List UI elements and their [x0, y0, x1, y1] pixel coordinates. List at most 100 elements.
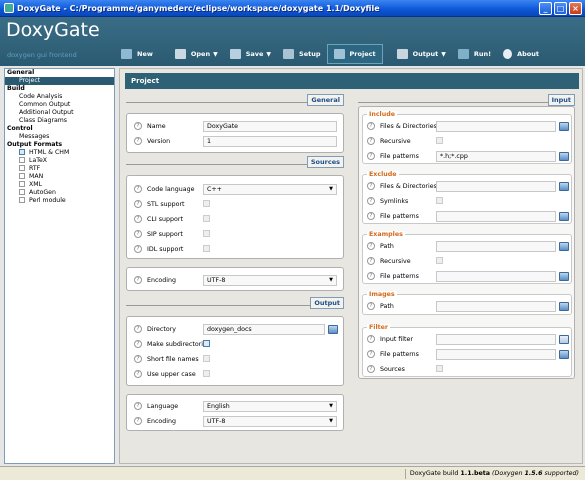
rtf-checkbox[interactable] [19, 165, 25, 171]
xml-checkbox[interactable] [19, 181, 25, 187]
run-button[interactable]: Run! [452, 44, 497, 64]
help-icon[interactable]: ? [367, 257, 375, 265]
tree-category-output-formats[interactable]: Output Formats [5, 141, 114, 149]
directory-field[interactable]: doxygen_docs [203, 324, 325, 335]
edit-patterns-icon[interactable] [559, 152, 569, 161]
sip-support-checkbox[interactable] [203, 230, 210, 237]
file-icon[interactable] [559, 335, 569, 344]
tree-item-perl-module[interactable]: Perl module [5, 197, 114, 205]
short-file-names-checkbox[interactable] [203, 355, 210, 362]
help-icon[interactable]: ? [367, 242, 375, 250]
help-icon[interactable]: ? [134, 402, 142, 410]
browse-folder-icon[interactable] [559, 302, 569, 311]
html-checkbox[interactable] [19, 149, 25, 155]
help-icon[interactable]: ? [134, 370, 142, 378]
edit-patterns-icon[interactable] [559, 212, 569, 221]
tree-category-general[interactable]: General [5, 69, 114, 77]
tree-category-build[interactable]: Build [5, 85, 114, 93]
cli-support-checkbox[interactable] [203, 215, 210, 222]
help-icon[interactable]: ? [134, 215, 142, 223]
browse-files-icon[interactable] [559, 182, 569, 191]
include-files-field[interactable] [436, 121, 556, 132]
filter-sources-checkbox[interactable] [436, 365, 443, 372]
output-encoding-select[interactable]: UTF-8 ▼ [203, 416, 337, 427]
edit-patterns-icon[interactable] [559, 350, 569, 359]
help-icon[interactable]: ? [367, 335, 375, 343]
help-icon[interactable]: ? [134, 245, 142, 253]
stl-support-checkbox[interactable] [203, 200, 210, 207]
idl-support-checkbox[interactable] [203, 245, 210, 252]
help-icon[interactable]: ? [134, 185, 142, 193]
help-icon[interactable]: ? [134, 137, 142, 145]
help-icon[interactable]: ? [367, 152, 375, 160]
examples-recursive-checkbox[interactable] [436, 257, 443, 264]
tree-item-code-analysis[interactable]: Code Analysis [5, 93, 114, 101]
maximize-button[interactable]: □ [554, 2, 567, 15]
tree-item-messages[interactable]: Messages [5, 133, 114, 141]
save-button[interactable]: Save ▼ [224, 44, 277, 64]
tree-item-project[interactable]: Project [5, 77, 114, 85]
help-icon[interactable]: ? [134, 355, 142, 363]
tree-item-xml[interactable]: XML [5, 181, 114, 189]
new-button[interactable]: New [115, 44, 159, 64]
help-icon[interactable]: ? [367, 137, 375, 145]
include-recursive-checkbox[interactable] [436, 137, 443, 144]
tree-item-common-output[interactable]: Common Output [5, 101, 114, 109]
close-button[interactable]: × [569, 2, 582, 15]
minimize-button[interactable]: _ [539, 2, 552, 15]
language-select[interactable]: English ▼ [203, 401, 337, 412]
name-field[interactable]: DoxyGate [203, 121, 337, 132]
symlinks-checkbox[interactable] [436, 197, 443, 204]
output-button[interactable]: Output ▼ [391, 44, 452, 64]
help-icon[interactable]: ? [134, 200, 142, 208]
setup-button[interactable]: Setup [277, 44, 326, 64]
help-icon[interactable]: ? [134, 417, 142, 425]
filter-patterns-field[interactable] [436, 349, 556, 360]
help-icon[interactable]: ? [367, 350, 375, 358]
help-icon[interactable]: ? [134, 276, 142, 284]
examples-patterns-field[interactable] [436, 271, 556, 282]
tree-item-rtf[interactable]: RTF [5, 165, 114, 173]
perl-module-checkbox[interactable] [19, 197, 25, 203]
browse-folder-icon[interactable] [328, 325, 338, 334]
autogen-checkbox[interactable] [19, 189, 25, 195]
source-encoding-select[interactable]: UTF-8 ▼ [203, 275, 337, 286]
make-subdirectories-row: ? Make subdirectories [134, 338, 210, 350]
edit-patterns-icon[interactable] [559, 272, 569, 281]
tree-item-class-diagrams[interactable]: Class Diagrams [5, 117, 114, 125]
browse-files-icon[interactable] [559, 122, 569, 131]
make-subdirectories-checkbox[interactable] [203, 340, 210, 347]
help-icon[interactable]: ? [367, 197, 375, 205]
version-field[interactable]: 1 [203, 136, 337, 147]
tree-item-html[interactable]: HTML & CHM [5, 149, 114, 157]
help-icon[interactable]: ? [134, 230, 142, 238]
images-path-field[interactable] [436, 301, 556, 312]
help-icon[interactable]: ? [367, 302, 375, 310]
exclude-patterns-field[interactable] [436, 211, 556, 222]
tree-item-latex[interactable]: LaTeX [5, 157, 114, 165]
help-icon[interactable]: ? [367, 182, 375, 190]
help-icon[interactable]: ? [367, 272, 375, 280]
help-icon[interactable]: ? [367, 365, 375, 373]
project-button[interactable]: Project [326, 44, 383, 64]
latex-checkbox[interactable] [19, 157, 25, 163]
man-checkbox[interactable] [19, 173, 25, 179]
exclude-files-field[interactable] [436, 181, 556, 192]
help-icon[interactable]: ? [134, 122, 142, 130]
about-button[interactable]: About [497, 44, 545, 64]
tree-item-additional-output[interactable]: Additional Output [5, 109, 114, 117]
input-filter-field[interactable] [436, 334, 556, 345]
examples-path-field[interactable] [436, 241, 556, 252]
code-language-select[interactable]: C++ ▼ [203, 184, 337, 195]
help-icon[interactable]: ? [134, 340, 142, 348]
help-icon[interactable]: ? [134, 325, 142, 333]
open-button[interactable]: Open ▼ [169, 44, 224, 64]
tree-item-man[interactable]: MAN [5, 173, 114, 181]
tree-item-autogen[interactable]: AutoGen [5, 189, 114, 197]
include-patterns-field[interactable]: *.h;*.cpp [436, 151, 556, 162]
help-icon[interactable]: ? [367, 212, 375, 220]
browse-folder-icon[interactable] [559, 242, 569, 251]
help-icon[interactable]: ? [367, 122, 375, 130]
tree-category-control[interactable]: Control [5, 125, 114, 133]
upper-case-checkbox[interactable] [203, 370, 210, 377]
